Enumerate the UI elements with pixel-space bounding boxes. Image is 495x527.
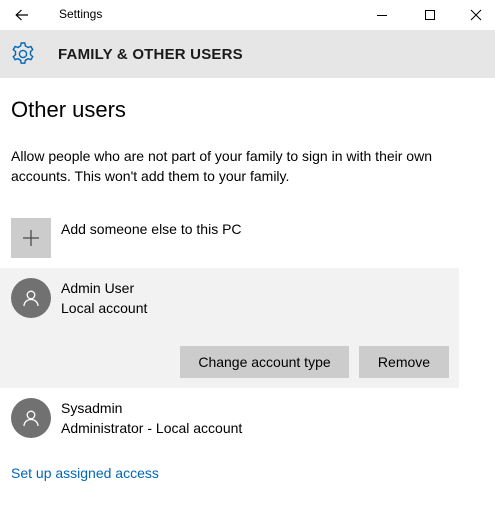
assigned-access-link[interactable]: Set up assigned access [11,465,159,481]
title-bar: Settings [0,0,495,30]
user-name: Sysadmin [61,400,123,416]
user-item-admin-user[interactable]: Admin User Local account Change account … [0,268,459,388]
back-arrow-icon [15,9,28,21]
app-title: Settings [59,7,103,21]
remove-button[interactable]: Remove [359,346,449,378]
change-account-type-button[interactable]: Change account type [180,346,349,378]
user-item-sysadmin[interactable]: Sysadmin Administrator - Local account [0,388,459,448]
back-button[interactable] [8,2,36,28]
plus-icon [23,230,39,246]
user-icon [23,290,39,307]
user-name: Admin User [61,280,135,296]
close-icon [470,9,482,21]
user-account-type: Administrator - Local account [61,420,243,436]
add-user-label[interactable]: Add someone else to this PC [61,221,242,237]
page-header: FAMILY & OTHER USERS [0,30,495,78]
maximize-icon [425,10,435,20]
page-title: FAMILY & OTHER USERS [58,46,243,63]
add-user-button[interactable]: Add someone else to this PC [11,218,411,258]
avatar [11,278,51,318]
close-button[interactable] [453,0,495,30]
user-icon [23,410,39,427]
gear-icon [12,42,34,64]
section-title: Other users [11,97,126,122]
maximize-button[interactable] [407,0,453,30]
minimize-icon [377,15,387,16]
add-user-tile[interactable] [11,218,51,258]
user-account-type: Local account [61,300,148,316]
section-description: Allow people who are not part of your fa… [11,148,432,184]
minimize-button[interactable] [359,0,405,30]
avatar [11,398,51,438]
